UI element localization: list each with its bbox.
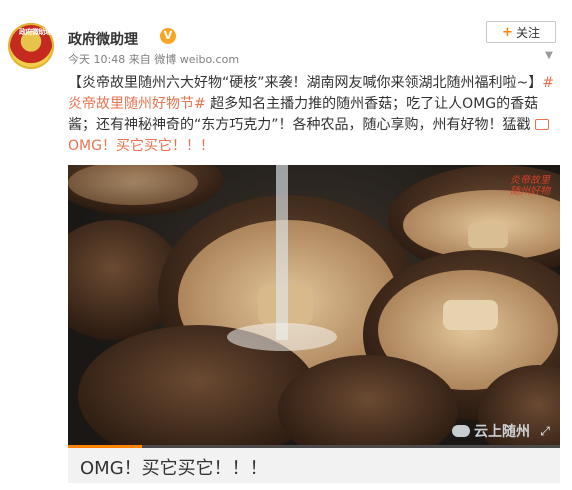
plus-icon: + (502, 24, 513, 40)
expand-icon[interactable]: ⤢ (538, 424, 552, 438)
video-frame (68, 165, 560, 448)
watermark-logo: 炎帝故里 随州好物 (510, 175, 550, 197)
post-meta: 今天 10:48 来自 微博 weibo.com (68, 51, 239, 67)
follow-button[interactable]: + 关注 (486, 21, 556, 43)
avatar[interactable]: 政府微助理 (8, 23, 54, 69)
avatar-seal: 政府微助理 (19, 28, 52, 36)
post-source[interactable]: 微博 weibo.com (154, 53, 239, 66)
post-time[interactable]: 今天 10:48 (68, 53, 125, 66)
video-player[interactable]: 炎帝故里 随州好物 云上随州 ⤢ (68, 165, 560, 448)
post-text-intro: 【炎帝故里随州六大好物“硬核”来袭！湖南网友喊你来领湖北随州福利啦~】 (68, 75, 543, 91)
source-prefix: 来自 (128, 53, 151, 66)
video-icon (534, 118, 549, 130)
watermark-source: 云上随州 (452, 421, 530, 441)
cloud-icon (452, 425, 470, 437)
post-text: 【炎帝故里随州六大好物“硬核”来袭！湖南网友喊你来领湖北随州福利啦~】#炎帝故里… (68, 73, 560, 157)
video-link-label: OMG！买它买它！！！ (68, 138, 214, 154)
follow-label: 关注 (515, 25, 540, 40)
video-caption: OMG！买它买它！！！ (68, 448, 560, 483)
chevron-down-icon[interactable]: ▼ (542, 50, 556, 61)
watermark-source-label: 云上随州 (474, 424, 530, 440)
verified-badge-icon: V (160, 28, 176, 44)
username[interactable]: 政府微助理 (68, 29, 138, 49)
